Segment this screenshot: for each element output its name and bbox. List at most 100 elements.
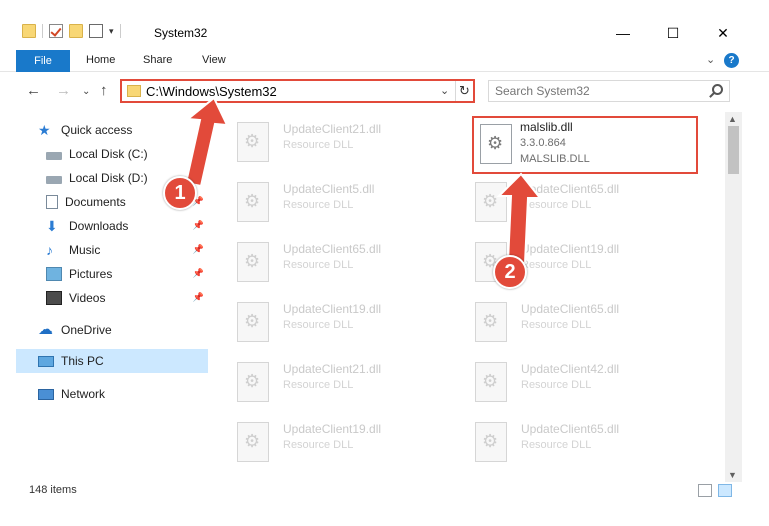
tab-home[interactable]: Home: [86, 54, 115, 66]
sidebar-item-label: Downloads: [69, 219, 129, 233]
highlighted-file-malslib[interactable]: malslib.dll 3.3.0.864 MALSLIB.DLL: [472, 116, 698, 174]
file-type: Resource DLL: [521, 379, 592, 391]
minimize-button[interactable]: —: [600, 22, 646, 44]
back-button[interactable]: ←: [26, 82, 41, 99]
file-type: Resource DLL: [283, 139, 354, 151]
sidebar-item-quick-access[interactable]: ★ Quick access: [38, 118, 208, 142]
file-item[interactable]: UpdateClient42.dll Resource DLL: [463, 354, 683, 406]
maximize-button[interactable]: ☐: [650, 22, 696, 44]
search-box[interactable]: [488, 80, 730, 102]
file-type: Resource DLL: [521, 199, 592, 211]
dll-file-icon: [237, 122, 269, 162]
scroll-down-button[interactable]: ▼: [728, 470, 737, 480]
dll-file-icon: [237, 242, 269, 282]
file-name: UpdateClient19.dll: [521, 242, 620, 256]
file-item[interactable]: UpdateClient21.dll Resource DLL: [225, 114, 445, 166]
star-icon: ★: [38, 122, 51, 138]
up-button[interactable]: ↑: [100, 82, 108, 99]
file-name: UpdateClient65.dll: [521, 422, 620, 436]
recent-locations-dropdown[interactable]: ⌄: [82, 86, 90, 97]
sidebar-item-label: This PC: [61, 354, 104, 368]
dll-file-icon: [237, 302, 269, 342]
file-type: Resource DLL: [521, 439, 592, 451]
dll-file-icon: [475, 422, 507, 462]
sidebar-item-label: Documents: [65, 195, 126, 209]
sidebar-item-label: Music: [69, 243, 101, 257]
details-view-button[interactable]: [698, 484, 712, 497]
large-icons-view-button[interactable]: [718, 484, 732, 497]
sidebar-item-onedrive[interactable]: ☁ OneDrive: [38, 318, 208, 342]
file-item[interactable]: UpdateClient21.dll Resource DLL: [225, 354, 445, 406]
pin-icon[interactable]: 📌: [193, 172, 204, 183]
address-history-dropdown[interactable]: ⌄: [440, 84, 449, 97]
videos-icon: [46, 291, 62, 305]
pin-icon[interactable]: 📌: [193, 268, 204, 279]
folder-icon: [127, 85, 141, 97]
sidebar-item-network[interactable]: Network: [38, 382, 208, 406]
file-item[interactable]: UpdateClient65.dll Resource DLL: [463, 294, 683, 346]
title-bar: ▾ System32 — ☐ ✕: [0, 0, 769, 46]
file-item[interactable]: UpdateClient65.dll Resource DLL: [463, 414, 683, 466]
close-button[interactable]: ✕: [700, 22, 746, 44]
pin-icon[interactable]: 📌: [193, 148, 204, 159]
file-name: UpdateClient65.dll: [521, 302, 620, 316]
properties-check-icon[interactable]: [49, 24, 63, 38]
sidebar-item-music[interactable]: ♪ Music 📌: [46, 238, 208, 262]
file-name: malslib.dll: [520, 120, 573, 134]
tab-file[interactable]: File: [16, 50, 70, 72]
dll-file-icon: [475, 302, 507, 342]
address-bar[interactable]: C:\Windows\System32 ⌄ ↻: [120, 79, 475, 103]
file-item[interactable]: UpdateClient19.dll Resource DLL: [225, 294, 445, 346]
refresh-button[interactable]: ↻: [455, 81, 473, 101]
scroll-thumb[interactable]: [728, 126, 739, 174]
dll-file-icon: [237, 362, 269, 402]
file-item[interactable]: UpdateClient65.dll Resource DLL: [225, 234, 445, 286]
sidebar-item-label: Quick access: [61, 123, 133, 137]
help-icon[interactable]: ?: [724, 53, 739, 68]
sidebar-item-label: Local Disk (C:): [69, 147, 148, 161]
sidebar-item-local-disk-c[interactable]: Local Disk (C:) 📌: [46, 142, 208, 166]
callout-step-1: 1: [163, 176, 197, 210]
expand-ribbon-button[interactable]: ⌄: [706, 53, 715, 66]
pin-icon[interactable]: 📌: [193, 292, 204, 303]
folder-icon: [22, 24, 36, 38]
file-type: Resource DLL: [521, 319, 592, 331]
file-list: UpdateClient21.dll Resource DLL UpdateCl…: [225, 112, 725, 477]
toolbar-divider: [42, 24, 43, 38]
forward-button[interactable]: →: [56, 82, 71, 99]
sidebar-item-label: Pictures: [69, 267, 113, 281]
sidebar-item-pictures[interactable]: Pictures 📌: [46, 262, 208, 286]
customize-toolbar-dropdown[interactable]: ▾: [109, 26, 114, 37]
tab-view[interactable]: View: [202, 54, 226, 66]
file-name: UpdateClient21.dll: [283, 362, 382, 376]
file-item[interactable]: UpdateClient65.dll Resource DLL: [463, 174, 683, 226]
dll-file-icon: [237, 182, 269, 222]
search-input[interactable]: [495, 84, 695, 98]
search-icon[interactable]: [712, 84, 723, 95]
file-item[interactable]: UpdateClient19.dll Resource DLL: [225, 414, 445, 466]
sidebar-item-this-pc[interactable]: This PC: [16, 349, 208, 373]
sidebar-item-videos[interactable]: Videos 📌: [46, 286, 208, 310]
address-path[interactable]: C:\Windows\System32: [146, 84, 277, 99]
toolbar-divider: [119, 24, 121, 38]
pin-icon[interactable]: 📌: [193, 244, 204, 255]
status-bar: 148 items: [0, 480, 769, 502]
sidebar-item-label: OneDrive: [61, 323, 112, 337]
new-folder-icon[interactable]: [69, 24, 83, 38]
tab-share[interactable]: Share: [143, 54, 172, 66]
properties-icon[interactable]: [89, 24, 103, 38]
vertical-scrollbar[interactable]: ▲ ▼: [725, 112, 742, 482]
file-name: UpdateClient19.dll: [283, 302, 382, 316]
file-name: UpdateClient21.dll: [283, 122, 382, 136]
music-icon: ♪: [46, 242, 53, 258]
file-name: UpdateClient65.dll: [283, 242, 382, 256]
sidebar-item-downloads[interactable]: ⬇ Downloads 📌: [46, 214, 208, 238]
file-description: MALSLIB.DLL: [520, 153, 590, 165]
file-name: UpdateClient5.dll: [283, 182, 375, 196]
file-name: UpdateClient42.dll: [521, 362, 620, 376]
scroll-up-button[interactable]: ▲: [728, 114, 737, 124]
file-item[interactable]: UpdateClient5.dll Resource DLL: [225, 174, 445, 226]
pin-icon[interactable]: 📌: [193, 220, 204, 231]
file-version: 3.3.0.864: [520, 137, 566, 149]
navigation-pane: ★ Quick access Local Disk (C:) 📌 Local D…: [0, 112, 210, 477]
